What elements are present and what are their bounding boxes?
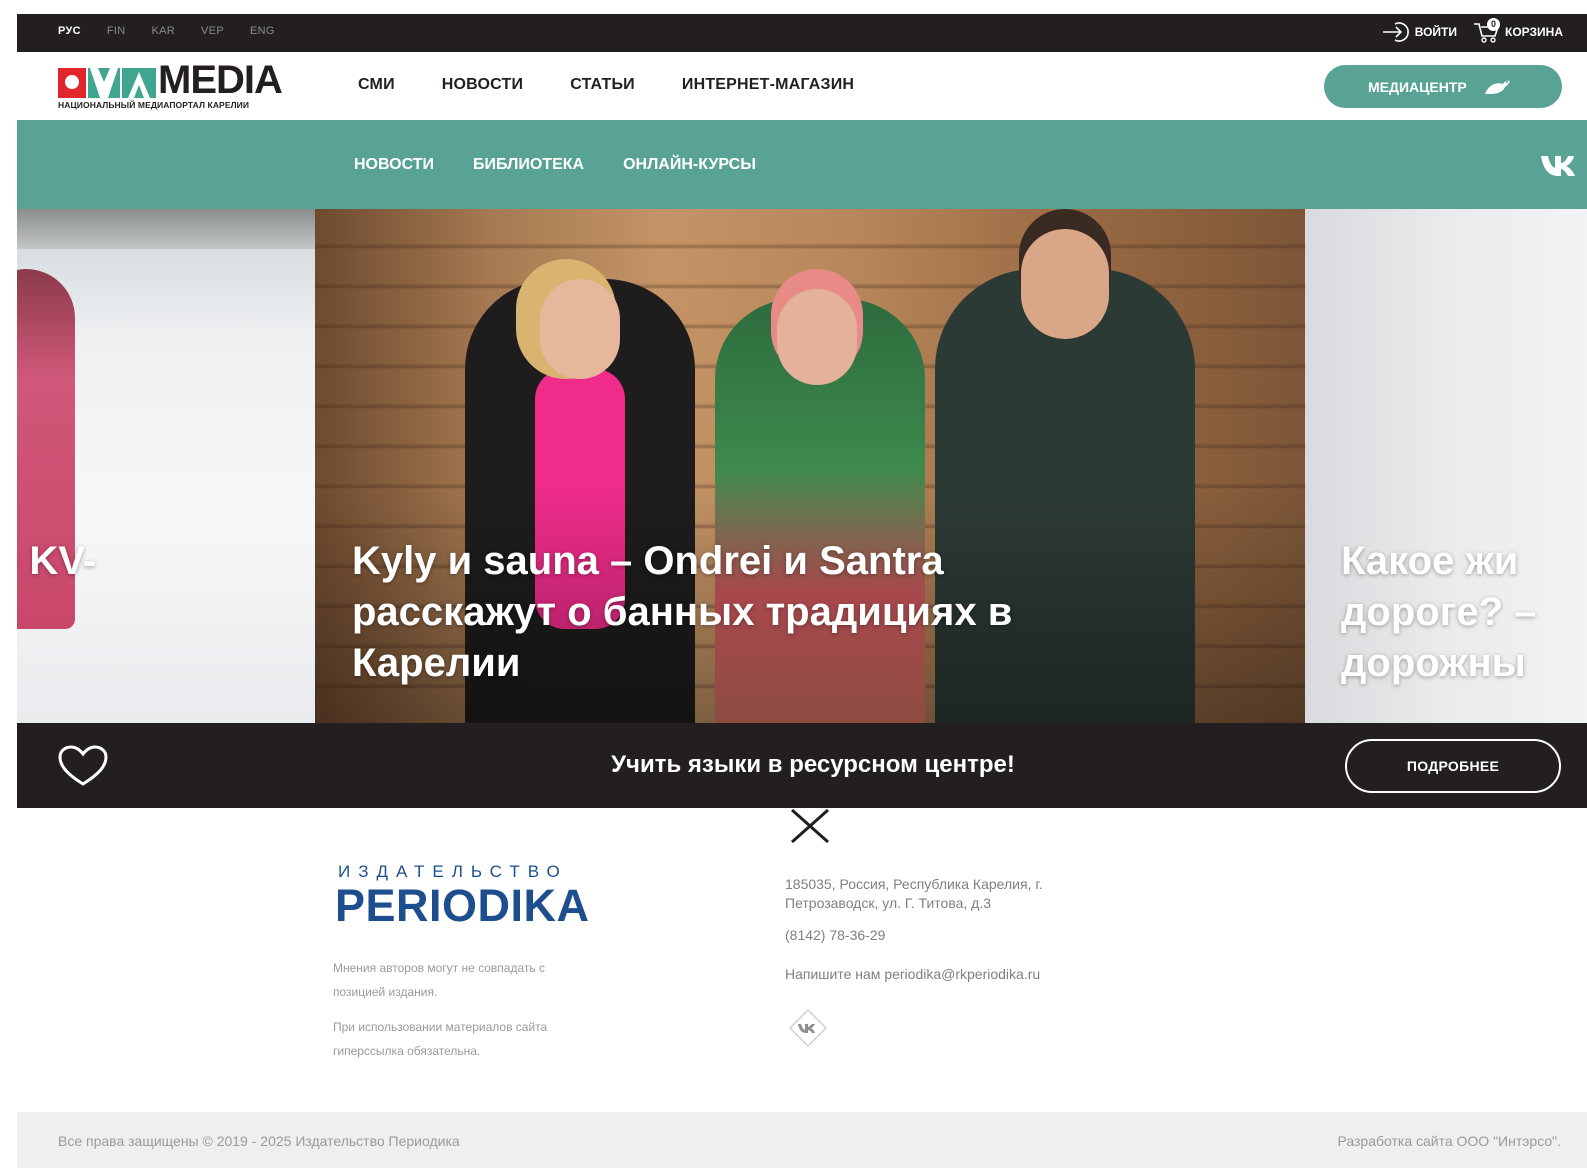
- slide-next[interactable]: Какое жи дороге? – дорожны: [1305, 209, 1587, 723]
- subnav-links: НОВОСТИ БИБЛИОТЕКА ОНЛАЙН-КУРСЫ: [354, 156, 795, 174]
- mediacenter-label: МЕДИАЦЕНТР: [1368, 78, 1467, 95]
- site-logo[interactable]: MEDIA НАЦИОНАЛЬНЫЙ МЕДИАПОРТАЛ КАРЕЛИИ: [58, 58, 298, 114]
- mediacenter-button[interactable]: МЕДИАЦЕНТР: [1324, 65, 1562, 108]
- lang-kar[interactable]: KAR: [152, 25, 176, 37]
- nav-news[interactable]: НОВОСТИ: [442, 76, 523, 94]
- slide-prev-title: - KV-: [17, 539, 97, 583]
- cart-label: КОРЗИНА: [1505, 25, 1563, 39]
- footer-email[interactable]: Напишите нам periodika@rkperiodika.ru: [785, 965, 1145, 984]
- subnav-library[interactable]: БИБЛИОТЕКА: [473, 156, 584, 174]
- promo-banner: Учить языки в ресурсном центре! ПОДРОБНЕ…: [17, 723, 1587, 808]
- vk-icon[interactable]: [1539, 152, 1581, 185]
- cart-link[interactable]: 0 КОРЗИНА: [1473, 18, 1563, 44]
- slide-prev-image: [17, 209, 315, 249]
- logo-emblem: [58, 68, 156, 98]
- main-nav: СМИ НОВОСТИ СТАТЬИ ИНТЕРНЕТ-МАГАЗИН: [358, 76, 901, 94]
- footer-note-copyright: При использовании материалов сайта гипер…: [333, 1020, 548, 1058]
- header: MEDIA НАЦИОНАЛЬНЫЙ МЕДИАПОРТАЛ КАРЕЛИИ С…: [17, 52, 1587, 120]
- subnav-courses[interactable]: ОНЛАЙН-КУРСЫ: [623, 156, 756, 174]
- news-slider: - KV- Kyly и sauna – Ondrei и Santra рас…: [17, 209, 1587, 723]
- sub-nav: НОВОСТИ БИБЛИОТЕКА ОНЛАЙН-КУРСЫ: [17, 120, 1587, 209]
- nav-smi[interactable]: СМИ: [358, 76, 395, 94]
- publisher-logo[interactable]: PERIODIKA: [335, 880, 590, 932]
- cart-count-badge: 0: [1487, 18, 1501, 31]
- footer-phone[interactable]: (8142) 78-36-29: [785, 926, 1145, 945]
- footer-address: 185035, Россия, Республика Карелия, г. П…: [785, 876, 1043, 911]
- publisher-label: ИЗДАТЕЛЬСТВО: [338, 862, 568, 881]
- lang-eng[interactable]: ENG: [250, 25, 275, 37]
- page: РУС FIN KAR VEP ENG ВОЙТИ 0 КОРЗИНА MEDI…: [17, 14, 1587, 1168]
- copyright-text: Все права защищены © 2019 - 2025 Издател…: [58, 1133, 460, 1149]
- slide-current[interactable]: Kyly и sauna – Ondrei и Santra расскажут…: [315, 209, 1305, 723]
- logo-mark: MEDIA: [58, 58, 298, 102]
- slide-prev[interactable]: - KV-: [17, 209, 315, 723]
- language-switcher: РУС FIN KAR VEP ENG: [58, 25, 301, 37]
- top-bar: РУС FIN KAR VEP ENG ВОЙТИ 0 КОРЗИНА: [17, 14, 1587, 52]
- lang-fin[interactable]: FIN: [107, 25, 126, 37]
- footer-note-opinions: Мнения авторов могут не совпадать с пози…: [333, 961, 545, 999]
- nav-shop[interactable]: ИНТЕРНЕТ-МАГАЗИН: [682, 76, 854, 94]
- logo-text: MEDIA: [158, 58, 283, 102]
- subnav-news[interactable]: НОВОСТИ: [354, 156, 434, 174]
- copyright-bar: Все права защищены © 2019 - 2025 Издател…: [17, 1112, 1587, 1168]
- nav-articles[interactable]: СТАТЬИ: [570, 76, 635, 94]
- login-link[interactable]: ВОЙТИ: [1381, 20, 1457, 44]
- lang-ru[interactable]: РУС: [58, 25, 81, 37]
- slide-next-title: Какое жи дороге? – дорожны: [1341, 539, 1537, 685]
- seal-icon: [1484, 80, 1510, 94]
- login-label: ВОЙТИ: [1414, 25, 1458, 39]
- user-actions: ВОЙТИ 0 КОРЗИНА: [1381, 18, 1563, 44]
- close-icon[interactable]: [784, 806, 836, 846]
- developer-link[interactable]: Разработка сайта ООО "Интэрсо".: [1337, 1133, 1561, 1149]
- login-icon: [1382, 22, 1409, 42]
- lang-vep[interactable]: VEP: [201, 25, 224, 37]
- promo-more-button[interactable]: ПОДРОБНЕЕ: [1345, 739, 1561, 793]
- footer-vk-icon[interactable]: [788, 1008, 828, 1048]
- slide-current-title: Kyly и sauna – Ondrei и Santra расскажут…: [352, 539, 1013, 685]
